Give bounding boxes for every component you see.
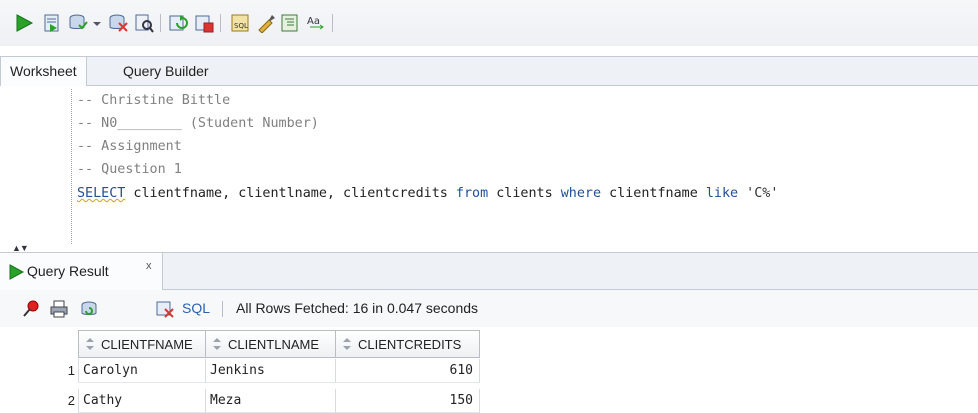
- clear-icon[interactable]: [256, 13, 276, 33]
- sql-history-icon[interactable]: SQL: [230, 13, 250, 33]
- cell-clientcredits[interactable]: 610: [336, 359, 480, 383]
- to-upper-lower-icon[interactable]: Aa: [306, 13, 326, 33]
- close-tab-icon[interactable]: x: [146, 260, 152, 272]
- like-literal: 'C%': [738, 186, 779, 201]
- run-script-icon[interactable]: [42, 13, 62, 33]
- autotrace-icon[interactable]: [168, 13, 188, 33]
- result-tabbar: Query Result x: [0, 252, 978, 290]
- result-toolbar: SQL All Rows Fetched: 16 in 0.047 second…: [0, 290, 978, 327]
- cell-clientlname[interactable]: Jenkins: [206, 359, 336, 383]
- row-number: 2: [67, 393, 75, 408]
- run-statement-icon[interactable]: [14, 13, 34, 33]
- keyword-select: SELECT: [77, 186, 126, 201]
- sql-editor[interactable]: -- Christine Bittle -- N0________ (Stude…: [0, 86, 978, 244]
- comment-line-author: -- Christine Bittle: [77, 93, 231, 108]
- svg-text:Aa: Aa: [307, 16, 320, 27]
- dropdown-arrow-icon[interactable]: [92, 13, 102, 33]
- toolbar-separator: [332, 14, 333, 32]
- toolbar-separator: [220, 14, 221, 32]
- cell-clientlname[interactable]: Meza: [206, 389, 336, 413]
- column-header-clientfname[interactable]: CLIENTFNAME: [78, 330, 206, 358]
- explain-plan-icon[interactable]: [134, 13, 154, 33]
- splitter-arrows-icon[interactable]: ▲▼: [12, 244, 29, 253]
- sort-icon: [213, 338, 221, 350]
- fetch-status: All Rows Fetched: 16 in 0.047 seconds: [236, 300, 479, 316]
- column-header-label: CLIENTLNAME: [228, 337, 320, 352]
- tab-query-result-label: Query Result: [27, 263, 109, 279]
- tab-query-result[interactable]: Query Result x: [0, 253, 163, 290]
- column-header-label: CLIENTFNAME: [101, 337, 193, 352]
- where-column: clientfname: [601, 186, 706, 201]
- print-icon[interactable]: [50, 300, 68, 318]
- keyword-like: like: [705, 186, 739, 201]
- cell-clientcredits[interactable]: 150: [336, 389, 480, 413]
- tab-query-builder[interactable]: Query Builder: [114, 57, 218, 86]
- column-header-clientcredits[interactable]: CLIENTCREDITS: [336, 330, 480, 358]
- pin-icon[interactable]: [22, 300, 40, 318]
- rollback-icon[interactable]: [108, 13, 128, 33]
- cell-clientfname[interactable]: Cathy: [78, 389, 206, 413]
- worksheet-toolbar: SQL Aa: [0, 0, 978, 46]
- keyword-from: from: [455, 186, 489, 201]
- row-number: 1: [67, 363, 75, 378]
- column-header-label: CLIENTCREDITS: [358, 337, 462, 352]
- comment-line-student-number: -- N0________ (Student Number): [77, 116, 319, 131]
- keyword-where: where: [560, 186, 602, 201]
- select-columns: clientfname, clientlname, clientcredits: [125, 186, 456, 201]
- sort-icon: [343, 338, 351, 350]
- comment-line-assignment: -- Assignment: [77, 139, 182, 154]
- cancel-query-icon[interactable]: [156, 300, 174, 318]
- tab-worksheet[interactable]: Worksheet: [0, 57, 87, 86]
- toolbar-separator: [160, 14, 161, 32]
- toolbar-separator: [222, 301, 223, 317]
- sql-tuning-icon[interactable]: [194, 13, 214, 33]
- format-icon[interactable]: [280, 13, 300, 33]
- table-name: clients: [488, 186, 561, 201]
- code-fold-guide: [71, 89, 72, 244]
- sort-icon: [86, 338, 94, 350]
- refresh-icon[interactable]: [80, 300, 98, 318]
- comment-line-question: -- Question 1: [77, 162, 182, 177]
- sql-statement-line[interactable]: SELECT clientfname, clientlname, clientc…: [77, 183, 778, 205]
- cell-clientfname[interactable]: Carolyn: [78, 359, 206, 383]
- editor-tabbar: Worksheet Query Builder: [0, 56, 978, 86]
- commit-icon[interactable]: [68, 13, 88, 33]
- sql-link[interactable]: SQL: [182, 300, 210, 316]
- result-grid: CLIENTFNAME CLIENTLNAME CLIENTCREDITS 1 …: [0, 327, 978, 413]
- svg-text:SQL: SQL: [234, 22, 248, 30]
- column-header-clientlname[interactable]: CLIENTLNAME: [206, 330, 336, 358]
- run-result-icon: [9, 264, 24, 280]
